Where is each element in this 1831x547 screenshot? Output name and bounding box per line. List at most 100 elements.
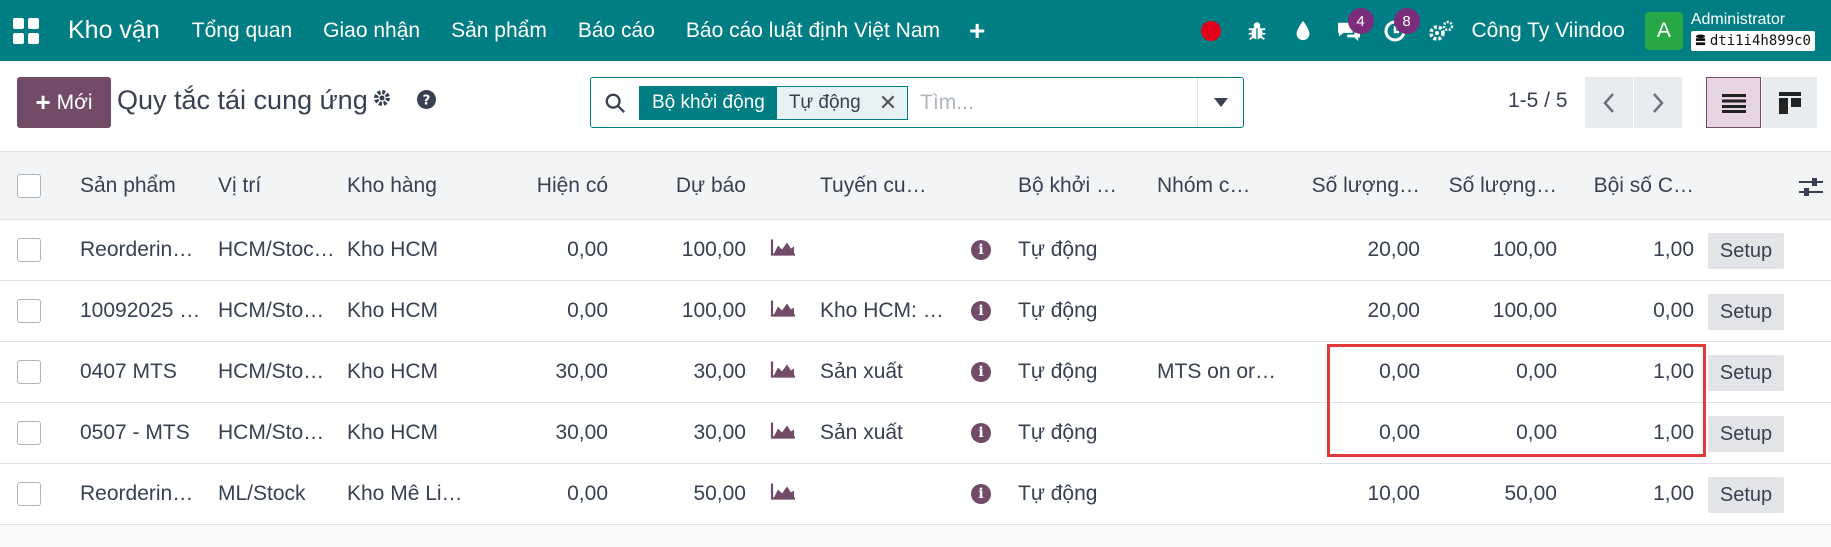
- info-icon[interactable]: i: [971, 362, 991, 382]
- column-header-max-qty[interactable]: Số lượng…: [1433, 152, 1557, 219]
- cell-forecast: 30,00: [693, 360, 746, 383]
- row-checkbox[interactable]: [17, 360, 41, 384]
- kanban-view-button[interactable]: [1762, 77, 1817, 128]
- cell-location: HCM/Sto…: [218, 299, 325, 322]
- column-header-group[interactable]: Nhóm c…: [1157, 152, 1277, 219]
- cell-route: [820, 220, 950, 280]
- menu-reports[interactable]: Báo cáo: [578, 19, 655, 43]
- database-name: dti1i4h899c0: [1690, 30, 1815, 51]
- new-button-label: Mới: [56, 90, 93, 114]
- cell-trigger: Tự động: [1018, 238, 1098, 261]
- help-question-icon[interactable]: ?: [417, 90, 436, 114]
- setup-button[interactable]: Setup: [1708, 355, 1784, 391]
- cell-on-hand: 30,00: [555, 421, 608, 444]
- systray: 4 8 Công Ty Viindoo A Administrator dti1…: [1188, 0, 1831, 61]
- chevron-down-icon[interactable]: [1197, 78, 1243, 127]
- cell-trigger: Tự động: [1018, 360, 1098, 383]
- next-page-button[interactable]: [1634, 77, 1682, 128]
- cell-group: [1157, 281, 1277, 341]
- menu-vn-statutory-reports[interactable]: Báo cáo luật định Việt Nam: [686, 19, 940, 43]
- close-icon[interactable]: ✕: [879, 90, 897, 116]
- cell-forecast: 30,00: [693, 421, 746, 444]
- user-menu[interactable]: Administrator dti1i4h899c0: [1690, 10, 1815, 51]
- app-brand[interactable]: Kho vận: [68, 16, 160, 45]
- setup-button[interactable]: Setup: [1708, 416, 1784, 452]
- row-checkbox[interactable]: [17, 299, 41, 323]
- messages-icon[interactable]: 4: [1326, 0, 1374, 61]
- forecast-chart-icon[interactable]: [770, 239, 796, 262]
- table-row[interactable]: Reorderin… ML/Stock Kho Mê Li… 0,00 50,00 i Tự…: [0, 464, 1831, 525]
- info-icon[interactable]: i: [971, 423, 991, 443]
- activities-clock-icon[interactable]: 8: [1372, 0, 1420, 61]
- cell-product: 10092025 …: [80, 299, 201, 322]
- menu-overview[interactable]: Tổng quan: [192, 19, 292, 43]
- cell-route: Sản xuất: [820, 421, 903, 444]
- row-checkbox[interactable]: [17, 482, 41, 506]
- menu-transfers[interactable]: Giao nhận: [323, 19, 420, 43]
- cell-forecast: 100,00: [681, 299, 746, 322]
- column-header-warehouse[interactable]: Kho hàng: [347, 152, 467, 219]
- column-header-forecast[interactable]: Dự báo: [620, 152, 746, 219]
- search-icon[interactable]: [591, 78, 639, 127]
- new-button[interactable]: + Mới: [17, 77, 111, 128]
- highlight-annotation-box: [1327, 344, 1706, 457]
- cell-on-hand: 0,00: [567, 238, 608, 261]
- row-checkbox[interactable]: [17, 238, 41, 262]
- record-icon[interactable]: [1188, 0, 1234, 61]
- avatar[interactable]: A: [1644, 11, 1683, 50]
- pager-value[interactable]: 1-5 / 5: [1508, 89, 1568, 113]
- droplet-icon[interactable]: [1280, 0, 1326, 61]
- company-switch-gear-icon[interactable]: [1418, 0, 1464, 61]
- cell-route: Kho HCM: …: [820, 299, 944, 322]
- forecast-chart-icon[interactable]: [770, 483, 796, 506]
- bug-icon[interactable]: [1234, 0, 1280, 61]
- select-all-checkbox[interactable]: [17, 173, 41, 198]
- previous-page-button[interactable]: [1585, 77, 1633, 128]
- column-header-location[interactable]: Vị trí: [218, 152, 328, 219]
- cell-product: 0507 - MTS: [80, 421, 190, 444]
- cell-route: Sản xuất: [820, 360, 903, 383]
- cell-product: Reorderin…: [80, 482, 194, 505]
- list-view-icon: [1721, 93, 1746, 113]
- setup-button[interactable]: Setup: [1708, 477, 1784, 513]
- column-header-multiple[interactable]: Bội số C…: [1570, 152, 1694, 219]
- cell-warehouse: Kho Mê Li…: [347, 482, 463, 505]
- column-header-trigger[interactable]: Bộ khởi …: [1018, 152, 1128, 219]
- user-name: Administrator: [1690, 10, 1786, 28]
- setup-button[interactable]: Setup: [1708, 233, 1784, 269]
- column-header-route[interactable]: Tuyến cu…: [820, 152, 950, 219]
- facet-value-wrap: Tự động ✕: [776, 86, 908, 119]
- column-header-product[interactable]: Sản phẩm: [80, 152, 210, 219]
- table-row[interactable]: Reorderin… HCM/Stoc… Kho HCM 0,00 100,00 i Tự …: [0, 220, 1831, 281]
- info-icon[interactable]: i: [971, 484, 991, 504]
- cell-route: [820, 464, 950, 524]
- cell-group: [1157, 464, 1277, 524]
- cell-on-hand: 0,00: [567, 482, 608, 505]
- gear-icon[interactable]: [372, 88, 392, 113]
- column-header-min-qty[interactable]: Số lượng…: [1295, 152, 1420, 219]
- forecast-chart-icon[interactable]: [770, 361, 796, 384]
- info-icon[interactable]: i: [971, 301, 991, 321]
- apps-menu-icon[interactable]: [0, 0, 52, 61]
- cell-product: Reorderin…: [80, 238, 194, 261]
- setup-button[interactable]: Setup: [1708, 294, 1784, 330]
- facet-category: Bộ khởi động: [640, 86, 777, 119]
- table-row[interactable]: 10092025 … HCM/Sto… Kho HCM 0,00 100,00 Kho H…: [0, 281, 1831, 342]
- cell-warehouse: Kho HCM: [347, 421, 439, 444]
- menu-products[interactable]: Sản phẩm: [451, 19, 547, 43]
- info-icon[interactable]: i: [971, 240, 991, 260]
- list-view-button[interactable]: [1706, 77, 1761, 128]
- cell-location: HCM/Stoc…: [218, 238, 335, 261]
- activities-badge: 8: [1393, 8, 1420, 34]
- cell-warehouse: Kho HCM: [347, 360, 439, 383]
- chevron-right-icon: [1653, 92, 1664, 113]
- forecast-chart-icon[interactable]: [770, 422, 796, 445]
- more-menu-plus-icon[interactable]: +: [969, 15, 985, 47]
- row-checkbox[interactable]: [17, 421, 41, 445]
- forecast-chart-icon[interactable]: [770, 300, 796, 323]
- reordering-rules-table: Sản phẩm Vị trí Kho hàng Hiện có Dự báo …: [0, 152, 1831, 525]
- optional-columns-sliders-icon[interactable]: [1799, 176, 1823, 203]
- company-name[interactable]: Công Ty Viindoo: [1472, 19, 1625, 43]
- column-header-on-hand[interactable]: Hiện có: [480, 152, 608, 219]
- search-input[interactable]: [908, 78, 1197, 127]
